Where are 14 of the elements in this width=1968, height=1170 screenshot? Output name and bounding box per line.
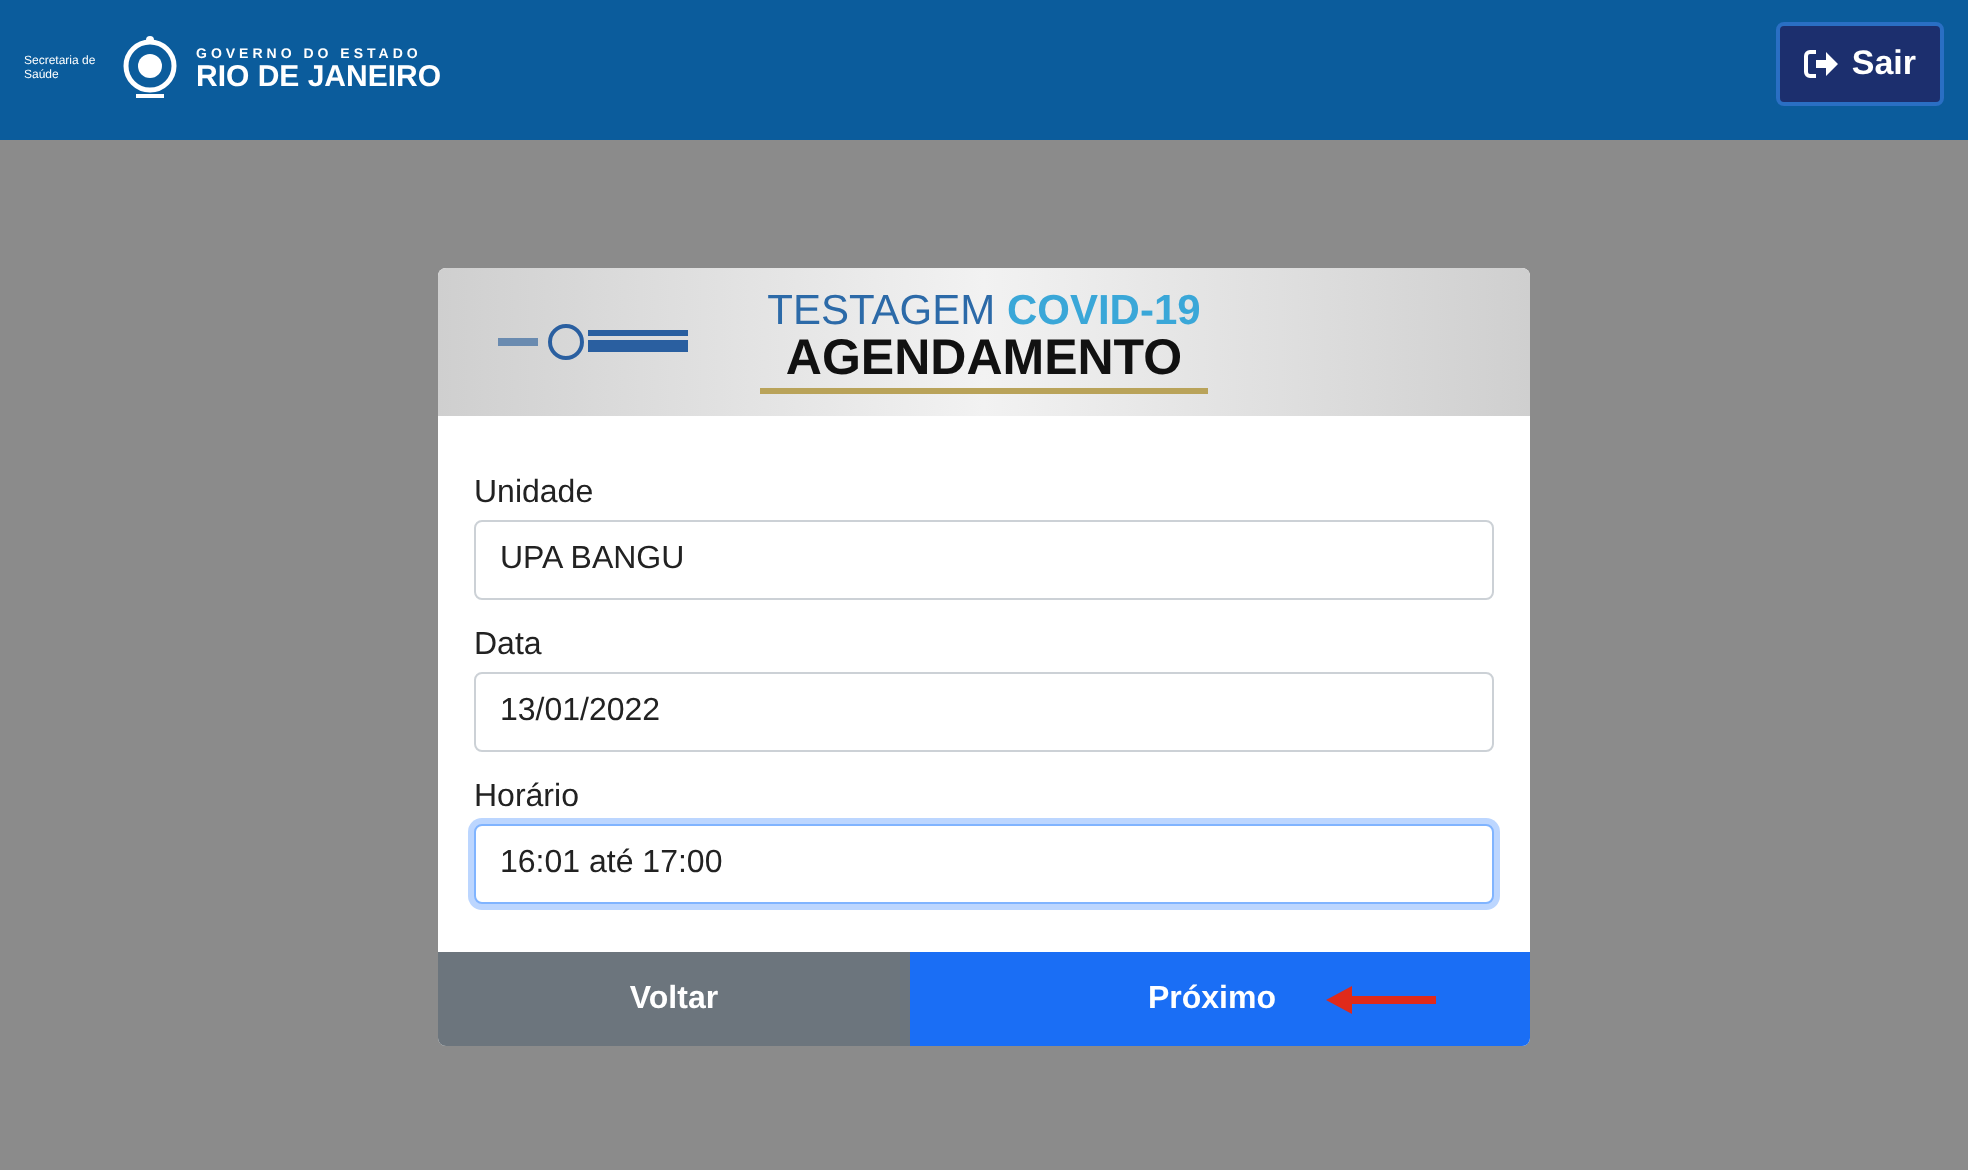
field-label: Data xyxy=(474,628,544,664)
state-name: RIO DE JANEIRO xyxy=(196,62,442,92)
field-label: Unidade xyxy=(474,476,596,512)
sign-out-icon xyxy=(1803,50,1840,78)
left-arrow-icon xyxy=(1324,983,1440,1015)
input-field[interactable]: 16:01 até 17:00 xyxy=(474,824,1494,904)
next-button[interactable]: Próximo xyxy=(910,952,1530,1046)
banner-subtitle: AGENDAMENTO xyxy=(785,334,1183,385)
input-field[interactable]: 13/01/2022 xyxy=(474,672,1494,752)
back-button[interactable]: Voltar xyxy=(438,952,910,1046)
input-field[interactable]: UPA BANGU xyxy=(474,520,1494,600)
banner-title: TESTAGEM COVID-19 xyxy=(767,289,1201,335)
logout-button[interactable]: Sair xyxy=(1775,22,1944,106)
field-label: Horário xyxy=(474,780,581,816)
